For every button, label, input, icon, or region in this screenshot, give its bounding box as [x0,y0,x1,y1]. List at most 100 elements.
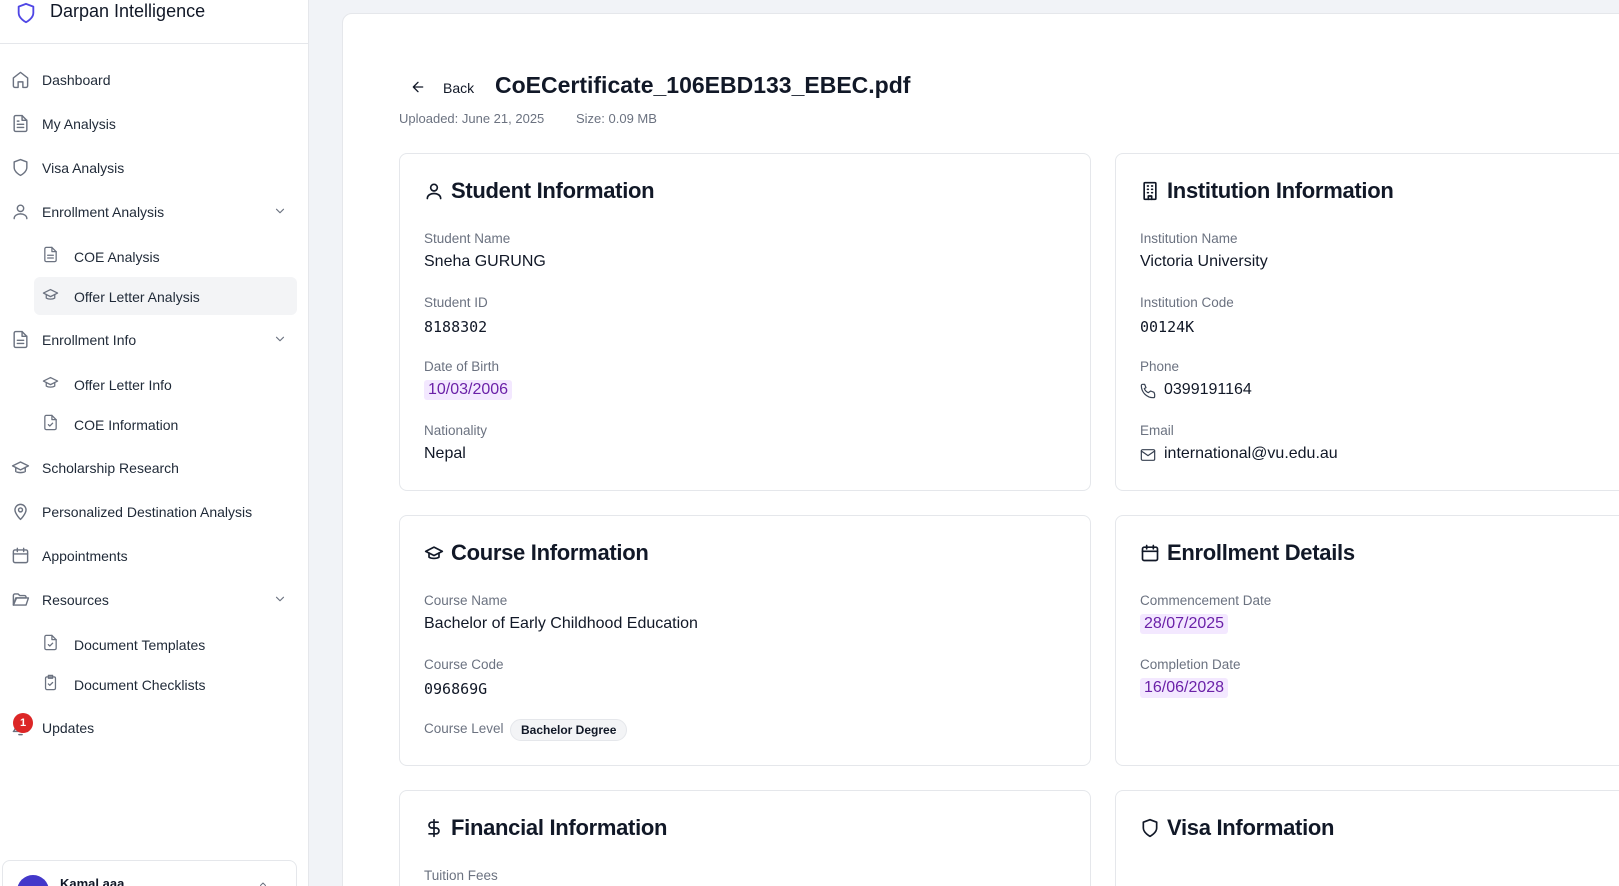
file-check-icon [42,414,59,431]
sidebar-item-document-checklists[interactable]: Document Checklists [34,665,297,703]
tuition-fees-label: Tuition Fees [424,868,498,883]
sidebar-item-coe-information[interactable]: COE Information [34,405,297,443]
brand[interactable]: Darpan Intelligence [0,0,309,44]
mail-icon [1140,447,1156,463]
sidebar-item-label: Offer Letter Analysis [74,289,200,305]
sidebar-item-label: Visa Analysis [42,160,125,176]
file-size: Size: 0.09 MB [576,111,657,126]
calendar-icon [1140,543,1160,563]
chevron-up-down-icon [257,881,269,886]
user-menu[interactable]: Kamal aaa [2,860,297,886]
course-code-value: 096869G [424,680,488,698]
commencement-date-label: Commencement Date [1140,593,1272,608]
student-name-value: Sneha GURUNG [424,253,546,270]
email-value[interactable]: international@vu.edu.au [1164,445,1338,463]
sidebar-item-personalized-destination-analysis[interactable]: Personalized Destination Analysis [0,494,309,530]
phone-icon [1140,383,1156,399]
enrollment-details-card: Enrollment Details Commencement Date 28/… [1115,515,1619,766]
sidebar-item-coe-analysis[interactable]: COE Analysis [34,237,297,275]
chevron-down-icon[interactable] [273,592,287,606]
graduation-cap-icon [11,458,30,477]
sidebar-item-enrollment-info[interactable]: Enrollment Info [0,322,309,358]
completion-date-value: 16/06/2028 [1140,678,1229,698]
student-information-card: Student Information Student Name Sneha G… [399,153,1091,491]
card-title: Financial Information [451,815,668,840]
back-button[interactable]: Back [410,76,480,100]
sidebar-item-enrollment-analysis[interactable]: Enrollment Analysis [0,194,309,230]
student-id-value: 8188302 [424,318,488,336]
visa-information-card: Visa Information [1115,790,1619,886]
phone-label: Phone [1140,359,1180,374]
graduation-cap-icon [424,543,444,563]
student-id-label: Student ID [424,295,488,310]
student-name-label: Student Name [424,231,511,246]
course-code-label: Course Code [424,657,504,672]
page-title: CoECertificate_106EBD133_EBEC.pdf [495,72,911,98]
chevron-down-icon[interactable] [273,332,287,346]
map-pin-icon [11,502,30,521]
file-text-icon [11,330,30,349]
sidebar-item-label: Document Checklists [74,677,206,693]
card-title: Course Information [451,540,649,565]
card-title: Student Information [451,178,655,203]
upload-date: Uploaded: June 21, 2025 [399,111,545,126]
file-text-icon [11,114,30,133]
card-title: Institution Information [1167,178,1394,203]
dollar-sign-icon [424,818,444,838]
phone-value[interactable]: 0399191164 [1164,381,1252,399]
sidebar-item-label: COE Analysis [74,249,160,265]
sidebar-item-document-templates[interactable]: Document Templates [34,625,297,663]
card-title: Visa Information [1167,815,1335,840]
home-icon [11,70,30,89]
commencement-date-value: 28/07/2025 [1140,614,1229,634]
shield-logo-icon [15,1,37,25]
course-information-card: Course Information Course Name Bachelor … [399,515,1091,766]
sidebar-item-dashboard[interactable]: Dashboard [0,62,309,98]
back-label: Back [443,80,475,96]
graduation-cap-icon [42,374,59,391]
arrow-left-icon [410,79,426,95]
user-name: Kamal aaa [60,876,125,886]
file-text-icon [42,246,59,263]
clipboard-check-icon [42,674,59,691]
file-check-icon [42,634,59,651]
calendar-icon [11,546,30,565]
institution-name-value: Victoria University [1140,253,1268,270]
sidebar-item-my-analysis[interactable]: My Analysis [0,106,309,142]
shield-icon [11,158,30,177]
chevron-down-icon[interactable] [273,204,287,218]
sidebar-item-label: Enrollment Analysis [42,204,165,220]
financial-information-card: Financial Information Tuition Fees [399,790,1091,886]
sidebar-item-label: Resources [42,592,109,608]
sidebar-item-resources[interactable]: Resources [0,582,309,618]
email-label: Email [1140,423,1174,438]
sidebar-item-label: Updates [42,720,95,736]
sidebar-item-offer-letter-analysis[interactable]: Offer Letter Analysis [34,277,297,315]
sidebar-item-label: My Analysis [42,116,116,132]
course-name-value: Bachelor of Early Childhood Education [424,615,698,632]
sidebar-item-appointments[interactable]: Appointments [0,538,309,574]
dob-value: 10/03/2006 [424,380,513,400]
institution-code-value: 00124K [1140,318,1195,336]
sidebar-item-label: Appointments [42,548,128,564]
sidebar-item-label: Offer Letter Info [74,377,172,393]
nationality-value: Nepal [424,445,466,462]
shield-icon [1140,818,1160,838]
user-icon [11,202,30,221]
sidebar-item-label: Personalized Destination Analysis [42,504,253,520]
sidebar-item-label: Document Templates [74,637,206,653]
sidebar-item-offer-letter-info[interactable]: Offer Letter Info [34,365,297,403]
institution-code-label: Institution Code [1140,295,1234,310]
building-icon [1140,181,1160,201]
institution-name-label: Institution Name [1140,231,1238,246]
sidebar-item-label: Enrollment Info [42,332,137,348]
sidebar-item-visa-analysis[interactable]: Visa Analysis [0,150,309,186]
folder-open-icon [11,590,30,609]
card-title: Enrollment Details [1167,540,1355,565]
sidebar-item-updates[interactable]: Updates [0,710,309,746]
sidebar-item-scholarship-research[interactable]: Scholarship Research [0,450,309,486]
completion-date-label: Completion Date [1140,657,1241,672]
avatar [17,875,49,886]
sidebar-item-label: COE Information [74,417,179,433]
sidebar: Darpan Intelligence Dashboard My Analysi… [0,0,309,886]
